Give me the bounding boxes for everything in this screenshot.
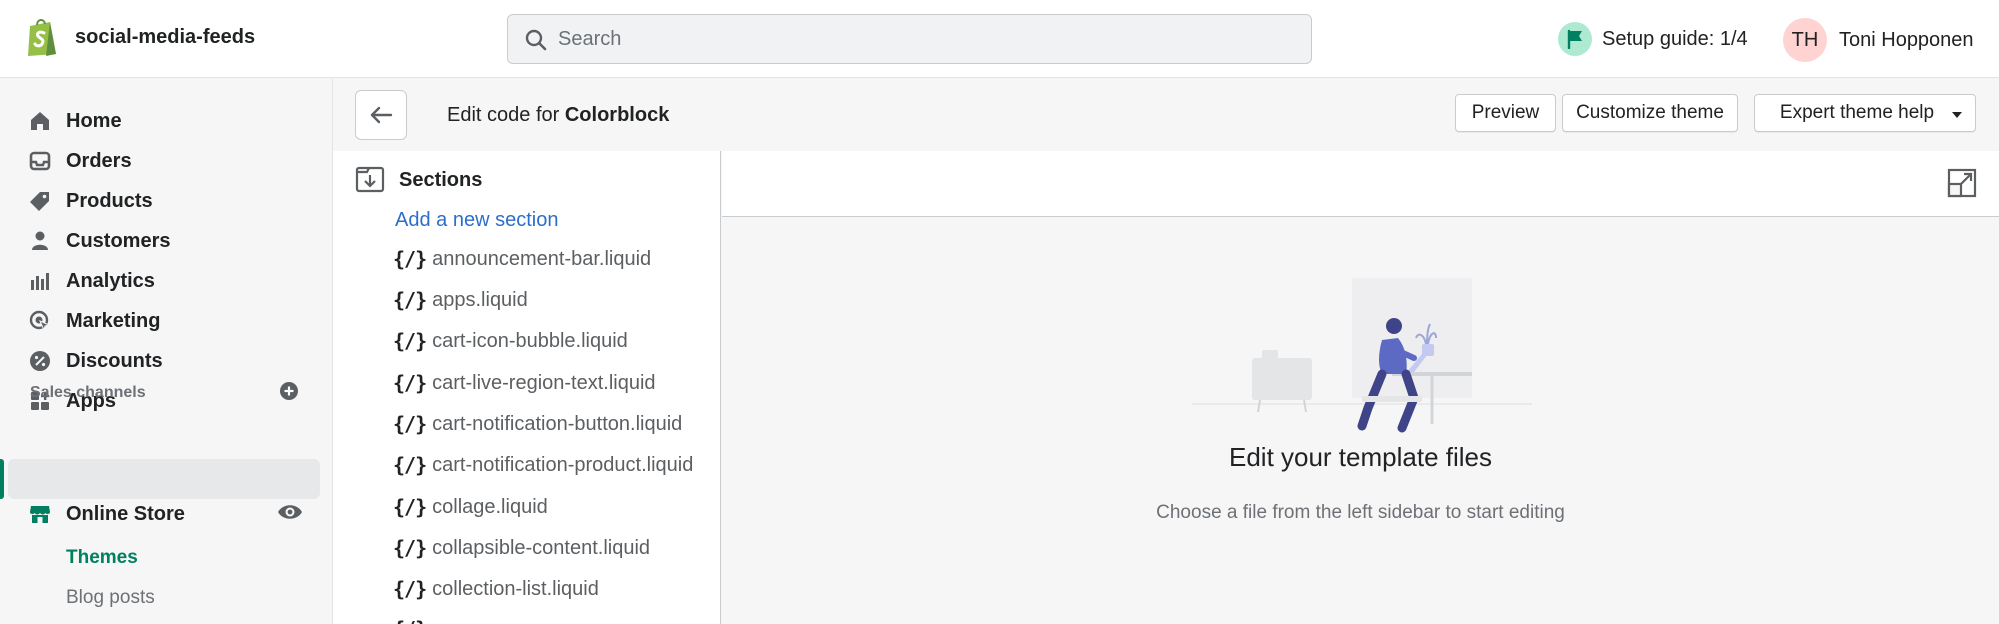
- active-indicator: [0, 459, 4, 499]
- top-bar: social-media-feeds Setup guide: 1/4 TH T…: [0, 0, 1999, 78]
- file-item[interactable]: {/} cart-live-region-text.liquid: [393, 369, 656, 397]
- store-name[interactable]: social-media-feeds: [75, 26, 255, 49]
- setup-guide-label: Setup guide: 1/4: [1602, 27, 1748, 50]
- sidebar-subitem-themes-bg: [8, 459, 320, 499]
- add-sales-channel-icon[interactable]: [279, 381, 299, 406]
- home-icon: [28, 109, 52, 133]
- search-bar[interactable]: [507, 14, 1312, 64]
- liquid-file-icon: {/}: [393, 536, 427, 560]
- shopify-logo-icon[interactable]: [24, 16, 60, 58]
- file-name: announcement-bar.liquid: [432, 247, 652, 270]
- liquid-file-icon: {/}: [393, 453, 427, 477]
- file-item[interactable]: {/} apps.liquid: [393, 286, 528, 314]
- file-name: collage.liquid: [432, 495, 548, 518]
- user-name: Toni Hopponen: [1839, 28, 1974, 51]
- sidebar-item-label: Home: [66, 109, 122, 132]
- back-button[interactable]: [355, 90, 407, 140]
- page-title-prefix: Edit code for: [447, 104, 560, 126]
- store-icon: [28, 502, 52, 526]
- file-item[interactable]: {/} collection-list.liquid: [393, 575, 599, 603]
- expert-theme-help-label: Expert theme help: [1779, 102, 1935, 123]
- sidebar-subitem-blog-posts[interactable]: Blog posts: [66, 587, 155, 609]
- sidebar-item-online-store[interactable]: Online Store: [28, 499, 185, 529]
- file-item-partial[interactable]: {/}: [393, 615, 427, 624]
- search-input[interactable]: [558, 23, 1298, 55]
- person-at-desk-illustration: [1192, 278, 1532, 443]
- file-item[interactable]: {/} cart-notification-button.liquid: [393, 410, 682, 438]
- edit-code-header: Edit code for Colorblock Preview Customi…: [333, 79, 1999, 151]
- theme-name: Colorblock: [564, 104, 670, 126]
- caret-down-icon: [1952, 112, 1962, 118]
- search-icon: [525, 29, 547, 51]
- empty-state-subtitle: Choose a file from the left sidebar to s…: [1156, 502, 1565, 523]
- file-item[interactable]: {/} cart-icon-bubble.liquid: [393, 327, 628, 355]
- file-name: collapsible-content.liquid: [432, 536, 651, 559]
- file-name: cart-live-region-text.liquid: [432, 371, 656, 394]
- add-section-link[interactable]: Add a new section: [395, 209, 558, 232]
- setup-guide-button[interactable]: Setup guide: 1/4: [1558, 22, 1748, 56]
- arrow-left-icon: [370, 106, 393, 124]
- person-icon: [28, 229, 52, 253]
- file-item[interactable]: {/} collage.liquid: [393, 493, 548, 521]
- file-browser: Sections Add a new section {/} announceme…: [333, 151, 721, 624]
- sidebar-item-marketing[interactable]: Marketing: [28, 306, 160, 336]
- folder-title[interactable]: Sections: [399, 169, 482, 192]
- user-menu[interactable]: TH Toni Hopponen: [1783, 18, 1974, 62]
- sidebar-item-label: Online Store: [66, 502, 185, 525]
- sidebar-item-discounts[interactable]: Discounts: [28, 346, 163, 376]
- file-item[interactable]: {/} cart-notification-product.liquid: [393, 451, 693, 479]
- sidebar-item-products[interactable]: Products: [28, 186, 153, 216]
- preview-button[interactable]: Preview: [1455, 94, 1556, 132]
- liquid-file-icon: {/}: [393, 371, 427, 395]
- avatar: TH: [1783, 18, 1827, 62]
- sales-channels-heading: Sales channels: [30, 384, 146, 401]
- page-title: Edit code for Colorblock: [447, 104, 669, 127]
- file-name: cart-notification-button.liquid: [432, 412, 683, 435]
- liquid-file-icon: {/}: [393, 247, 427, 271]
- file-name: apps.liquid: [432, 288, 528, 311]
- sidebar-item-label: Orders: [66, 149, 132, 172]
- sidebar-item-orders[interactable]: Orders: [28, 146, 132, 176]
- bar-chart-icon: [28, 269, 52, 293]
- sidebar-item-label: Analytics: [66, 269, 155, 292]
- file-name: collection-list.liquid: [432, 577, 599, 600]
- empty-state-title: Edit your template files: [1228, 442, 1492, 472]
- liquid-file-icon: {/}: [393, 329, 427, 353]
- liquid-file-icon: {/}: [393, 412, 427, 436]
- editor-empty-state: Edit your template files Choose a file f…: [722, 218, 1999, 624]
- sidebar-item-label: Customers: [66, 229, 171, 252]
- expert-theme-help-button[interactable]: Expert theme help: [1754, 94, 1976, 132]
- sidebar-subitem-themes[interactable]: Themes: [66, 547, 138, 569]
- liquid-file-icon: {/}: [393, 495, 427, 519]
- orders-icon: [28, 149, 52, 173]
- file-item[interactable]: {/} announcement-bar.liquid: [393, 245, 651, 273]
- flag-icon: [1558, 22, 1592, 56]
- file-name: cart-icon-bubble.liquid: [432, 329, 628, 352]
- sidebar-item-label: Discounts: [66, 349, 163, 372]
- target-icon: [28, 309, 52, 333]
- discount-icon: [28, 349, 52, 373]
- sidebar-item-customers[interactable]: Customers: [28, 226, 170, 256]
- sidebar-item-label: Marketing: [66, 309, 161, 332]
- liquid-file-icon: {/}: [393, 577, 427, 601]
- eye-icon[interactable]: [277, 502, 303, 527]
- liquid-file-icon: {/}: [393, 617, 427, 624]
- customize-theme-button[interactable]: Customize theme: [1562, 94, 1738, 132]
- sidebar-item-label: Products: [66, 189, 153, 212]
- sidebar-item-home[interactable]: Home: [28, 106, 122, 136]
- folder-download-icon[interactable]: [355, 164, 385, 199]
- expand-icon[interactable]: [1947, 168, 1977, 203]
- liquid-file-icon: {/}: [393, 288, 427, 312]
- file-name: cart-notification-product.liquid: [432, 453, 694, 476]
- editor-toolbar: [722, 151, 1999, 217]
- sidebar-item-analytics[interactable]: Analytics: [28, 266, 155, 296]
- tag-icon: [28, 189, 52, 213]
- file-item[interactable]: {/} collapsible-content.liquid: [393, 534, 650, 562]
